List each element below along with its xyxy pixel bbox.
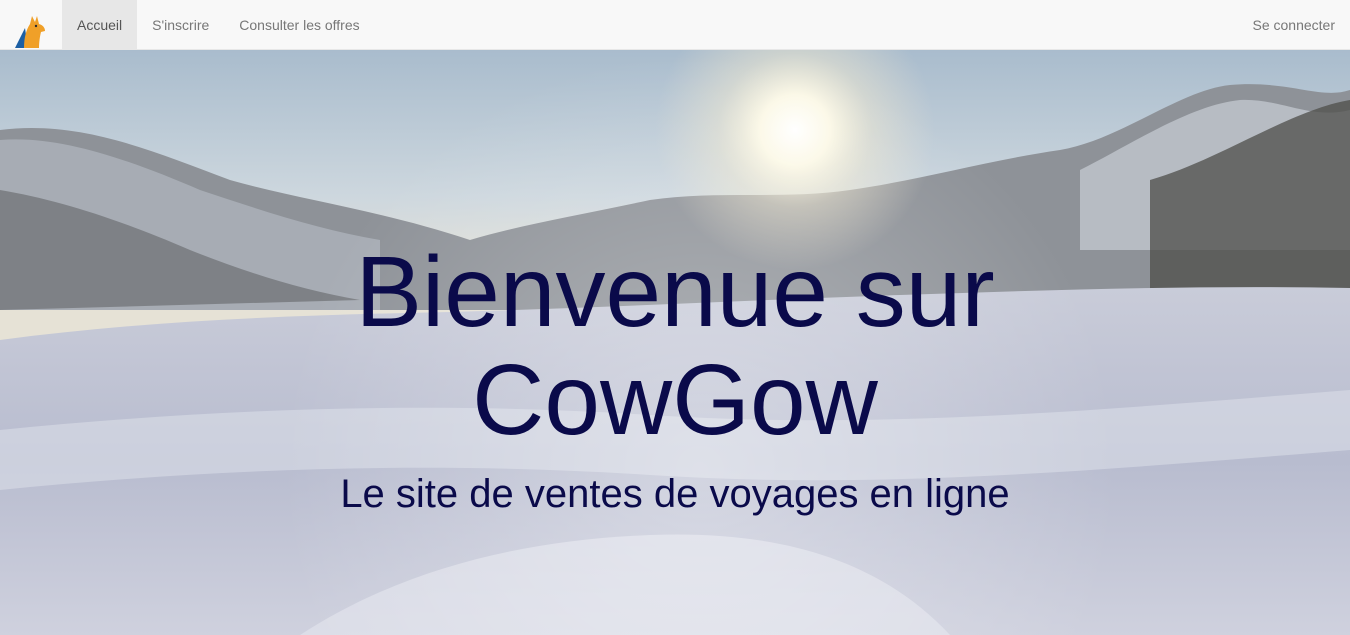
cowgow-logo-icon[interactable]: [12, 12, 48, 48]
nav-item-se-connecter[interactable]: Se connecter: [1238, 0, 1350, 50]
nav-item-consulter-offres[interactable]: Consulter les offres: [224, 0, 374, 50]
nav-item-accueil[interactable]: Accueil: [62, 0, 138, 50]
top-navbar: Accueil S'inscrire Consulter les offres …: [0, 0, 1350, 50]
hero-title-line1: Bienvenue sur: [355, 236, 995, 348]
hero-title: Bienvenue sur CowGow: [0, 238, 1350, 454]
hero-title-line2: CowGow: [472, 344, 878, 456]
hero-subtitle: Le site de ventes de voyages en ligne: [340, 472, 1010, 516]
nav-right-group: Se connecter: [1238, 0, 1350, 50]
hero-section: Bienvenue sur CowGow Le site de ventes d…: [0, 50, 1350, 635]
nav-left-group: Accueil S'inscrire Consulter les offres: [62, 0, 375, 50]
nav-item-sinscrire[interactable]: S'inscrire: [137, 0, 224, 50]
